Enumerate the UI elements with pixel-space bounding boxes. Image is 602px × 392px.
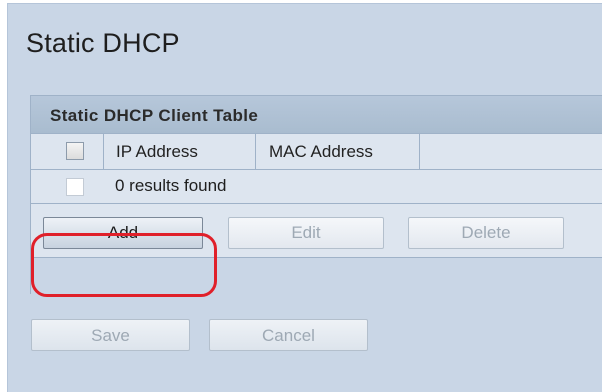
add-button-highlight bbox=[31, 233, 217, 297]
table-header: Static DHCP Client Table bbox=[31, 96, 602, 134]
empty-result-row: 0 results found bbox=[31, 170, 602, 204]
cancel-button[interactable]: Cancel bbox=[209, 319, 368, 351]
static-dhcp-page: Static DHCP Static DHCP Client Table IP … bbox=[7, 3, 602, 392]
edit-button[interactable]: Edit bbox=[228, 217, 384, 249]
select-all-cell bbox=[31, 134, 104, 169]
row-checkbox[interactable] bbox=[66, 178, 84, 196]
page-title: Static DHCP bbox=[26, 28, 180, 58]
column-header-ip-address[interactable]: IP Address bbox=[104, 134, 256, 169]
table-title: Static DHCP Client Table bbox=[50, 106, 259, 125]
save-button[interactable]: Save bbox=[31, 319, 190, 351]
results-count-text: 0 results found bbox=[115, 176, 227, 195]
column-header-mac-address[interactable]: MAC Address bbox=[256, 134, 420, 169]
column-header-row: IP Address MAC Address bbox=[31, 134, 602, 170]
delete-button[interactable]: Delete bbox=[408, 217, 564, 249]
select-all-checkbox[interactable] bbox=[66, 142, 84, 160]
